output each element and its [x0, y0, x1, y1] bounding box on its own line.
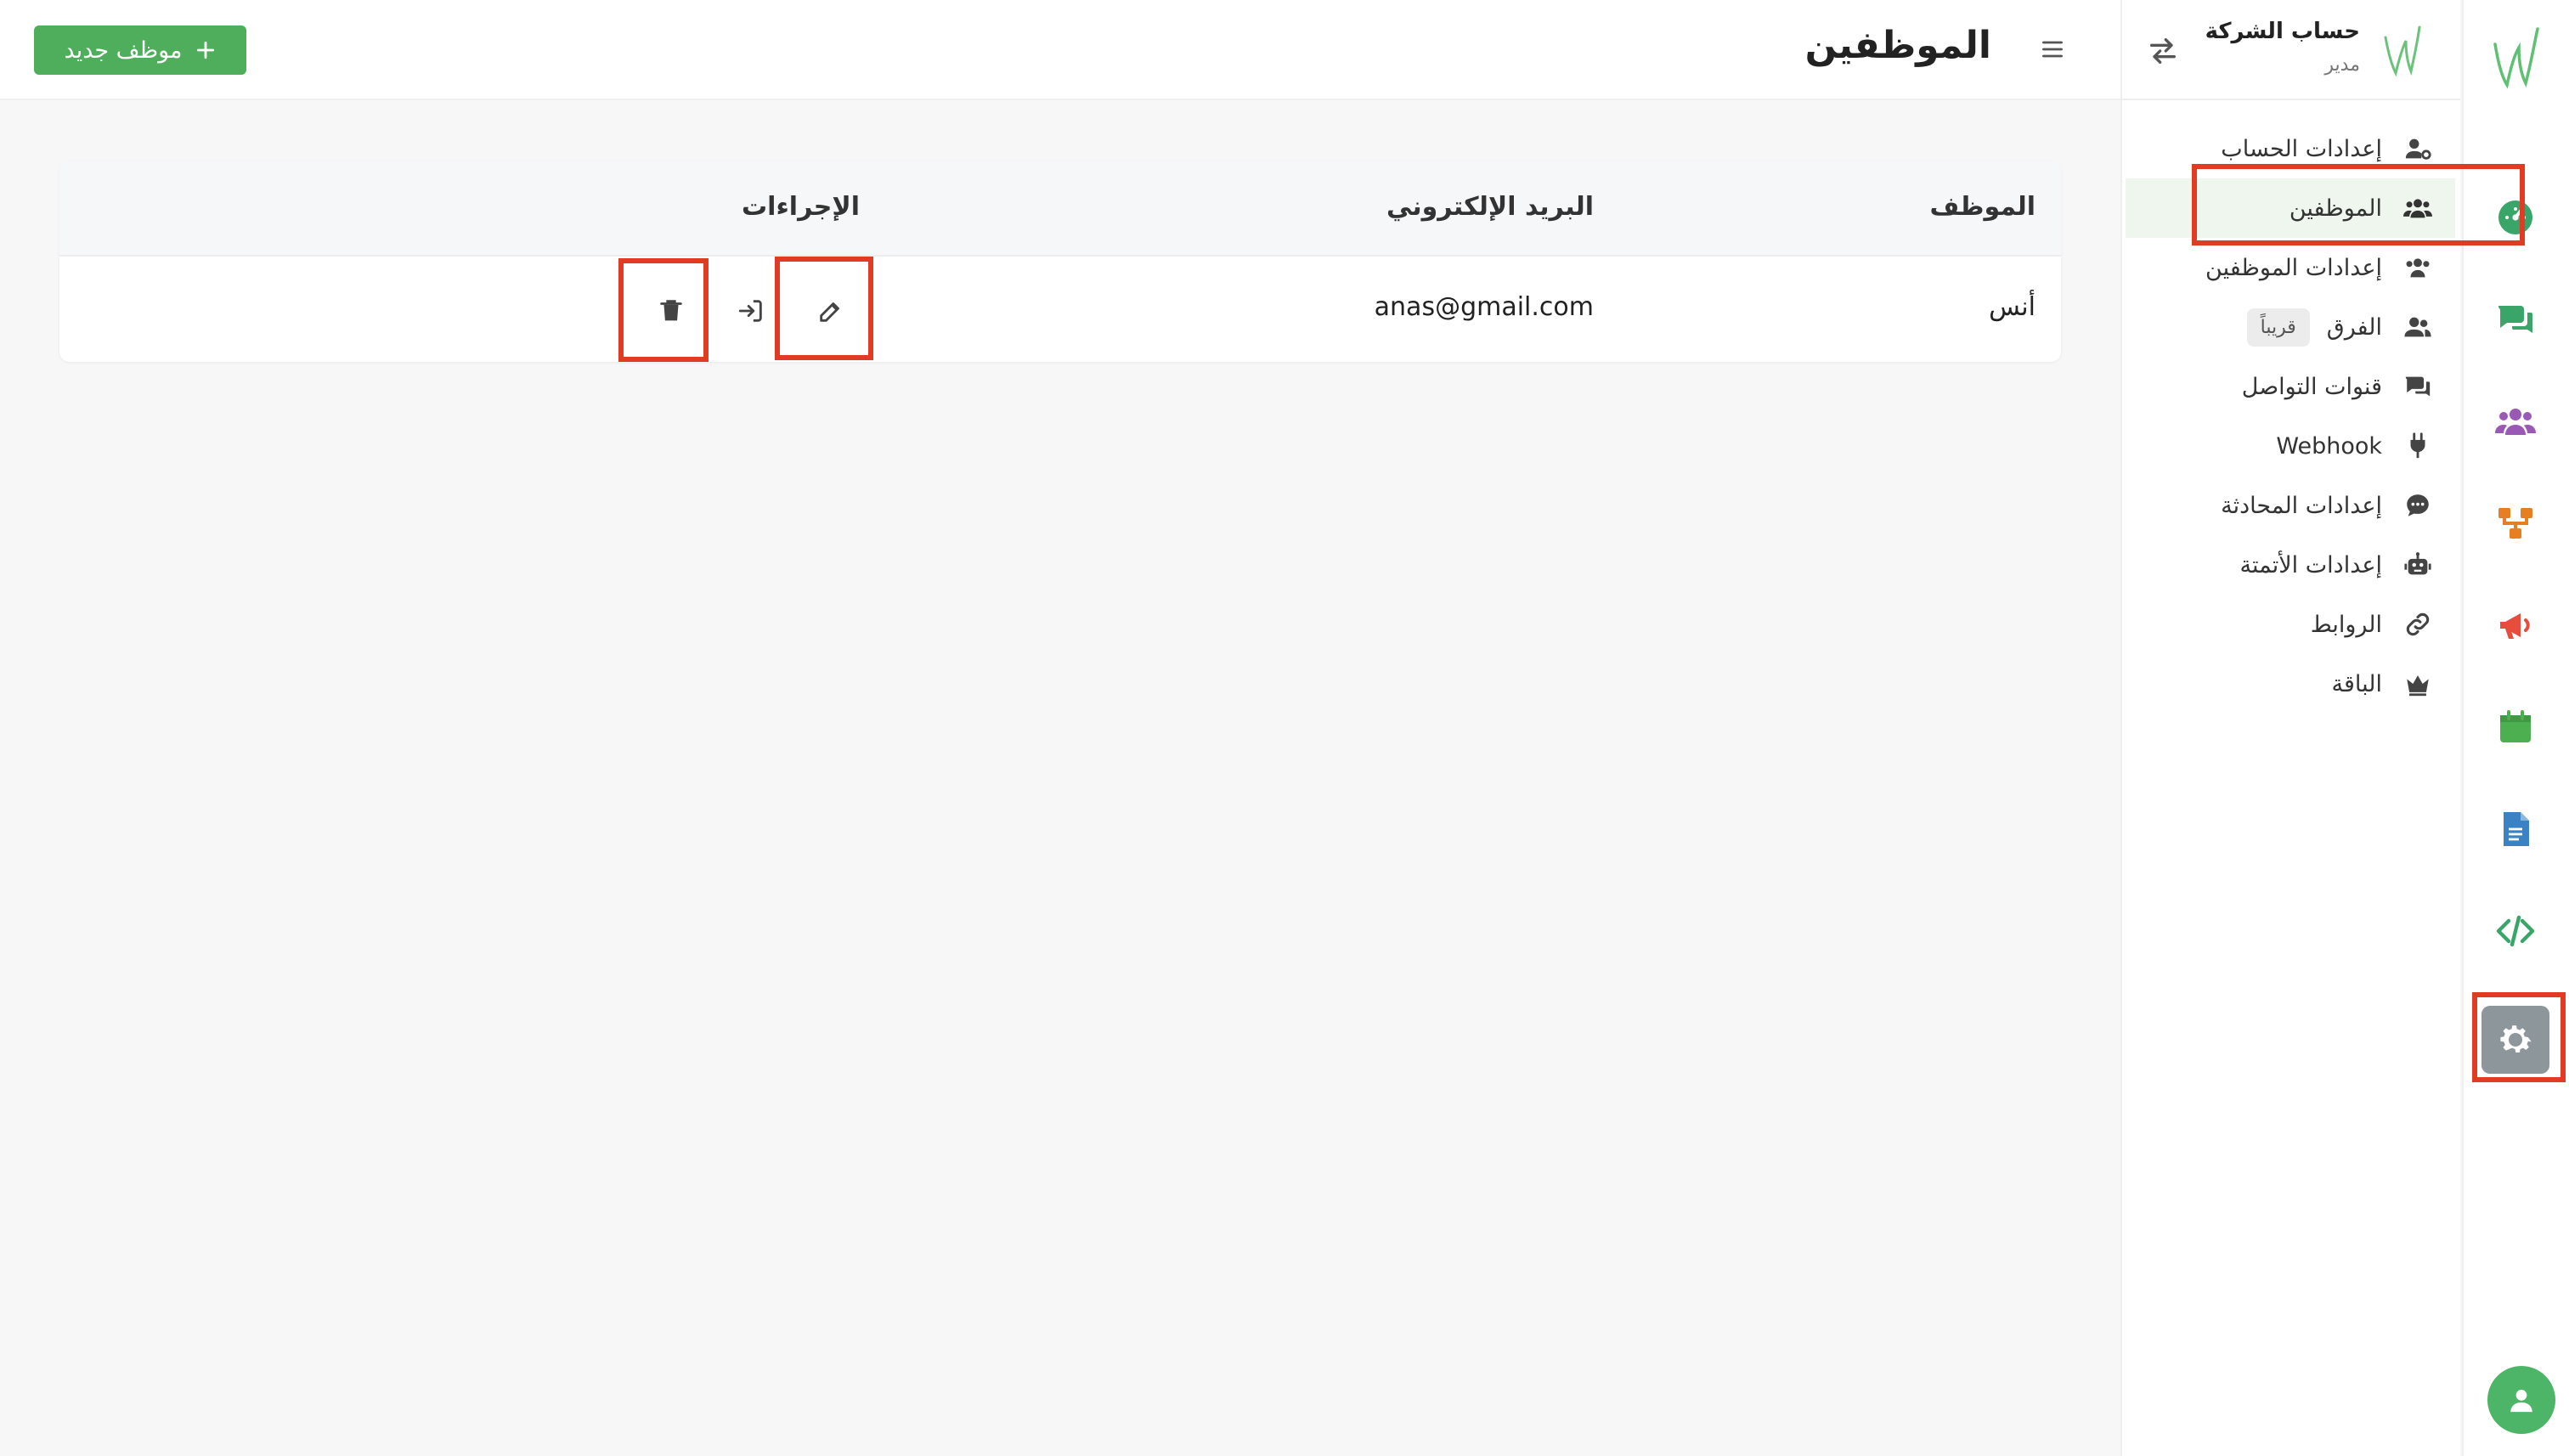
sidebar-item-employee-settings[interactable]: إعدادات الموظفين [2120, 238, 2460, 297]
crown-icon [2401, 667, 2435, 701]
sidebar-item-plan[interactable]: الباقة [2120, 654, 2460, 714]
user-gear-icon [2401, 132, 2435, 166]
sidebar-item-automation-settings[interactable]: إعدادات الأتمتة [2120, 535, 2460, 595]
megaphone-icon [2500, 613, 2530, 639]
coming-soon-badge: قريباً [2246, 308, 2310, 347]
sidebar-item-webhook[interactable]: Webhook [2120, 416, 2460, 476]
employee-email: anas@gmail.com [1374, 292, 1594, 322]
rail-team-button[interactable] [2488, 394, 2543, 449]
calendar-icon [2500, 710, 2531, 742]
rail-documents-button[interactable] [2488, 802, 2543, 856]
highlight-employees-nav [2192, 164, 2525, 245]
sidebar-item-label: إعدادات الحساب [2221, 135, 2382, 162]
company-logo-icon [2384, 25, 2421, 77]
column-header-employee: الموظف [1929, 192, 2035, 222]
menu-toggle-button[interactable] [2035, 32, 2069, 66]
column-header-actions: الإجراءات [742, 192, 860, 222]
chat-icon [2498, 306, 2532, 333]
top-bar: موظف جديد الموظفين [0, 0, 2120, 100]
login-as-employee-button[interactable] [727, 287, 775, 335]
sidebar-item-label: الفرق [2326, 313, 2382, 341]
new-employee-button[interactable]: موظف جديد [34, 25, 246, 75]
user-avatar-button[interactable] [2487, 1366, 2555, 1434]
switch-account-icon[interactable] [2146, 34, 2180, 68]
page-title: الموظفين [1804, 24, 1991, 67]
highlight-settings-rail [2472, 992, 2566, 1082]
link-icon [2401, 607, 2435, 641]
comments-icon [2401, 370, 2435, 404]
highlight-delete-button [618, 258, 709, 362]
rail-flow-button[interactable] [2488, 496, 2543, 550]
sidebar-item-label: قنوات التواصل [2241, 373, 2382, 400]
sidebar-item-label: إعدادات المحادثة [2221, 492, 2382, 519]
plug-icon [2401, 429, 2435, 463]
sidebar-item-teams[interactable]: الفرق قريباً [2120, 297, 2460, 357]
users-cog-icon [2401, 251, 2435, 285]
rail-chat-button[interactable] [2488, 292, 2543, 347]
rail-campaigns-button[interactable] [2488, 598, 2543, 652]
user-group-icon [2401, 310, 2435, 344]
plus-icon [196, 41, 214, 59]
company-role: مدير [2324, 54, 2360, 76]
table-row: أنس anas@gmail.com [59, 258, 2061, 362]
sidebar-item-chat-settings[interactable]: إعدادات المحادثة [2120, 476, 2460, 535]
sidebar-item-channels[interactable]: قنوات التواصل [2120, 357, 2460, 416]
sidebar-item-label: Webhook [2276, 432, 2382, 460]
employees-table: الموظف البريد الإلكتروني الإجراءات أنس a… [59, 161, 2061, 362]
rail-developer-button[interactable] [2488, 904, 2543, 958]
hamburger-icon [2042, 41, 2063, 58]
company-switcher[interactable]: حساب الشركة مدير [2120, 0, 2460, 100]
company-name: حساب الشركة [2205, 19, 2360, 44]
rail-calendar-button[interactable] [2488, 700, 2543, 754]
team-icon [2495, 409, 2536, 435]
sidebar-item-label: الروابط [2310, 611, 2382, 638]
comment-dots-icon [2401, 488, 2435, 522]
robot-icon [2401, 548, 2435, 582]
column-header-email: البريد الإلكتروني [1386, 192, 1594, 222]
sidebar-item-label: الباقة [2331, 670, 2382, 697]
user-icon [2510, 1389, 2532, 1413]
table-header: الموظف البريد الإلكتروني الإجراءات [59, 161, 2061, 257]
sidebar-item-label: إعدادات الأتمتة [2239, 551, 2382, 578]
sign-in-icon [738, 300, 762, 322]
sidebar-item-label: إعدادات الموظفين [2205, 254, 2382, 281]
highlight-edit-button [775, 257, 873, 360]
new-employee-label: موظف جديد [64, 37, 183, 64]
flow-icon [2498, 508, 2532, 539]
code-icon [2496, 915, 2535, 947]
sidebar-item-links[interactable]: الروابط [2120, 595, 2460, 654]
document-icon [2504, 812, 2529, 846]
employee-name: أنس [1989, 292, 2035, 322]
app-logo-icon [2493, 27, 2539, 89]
